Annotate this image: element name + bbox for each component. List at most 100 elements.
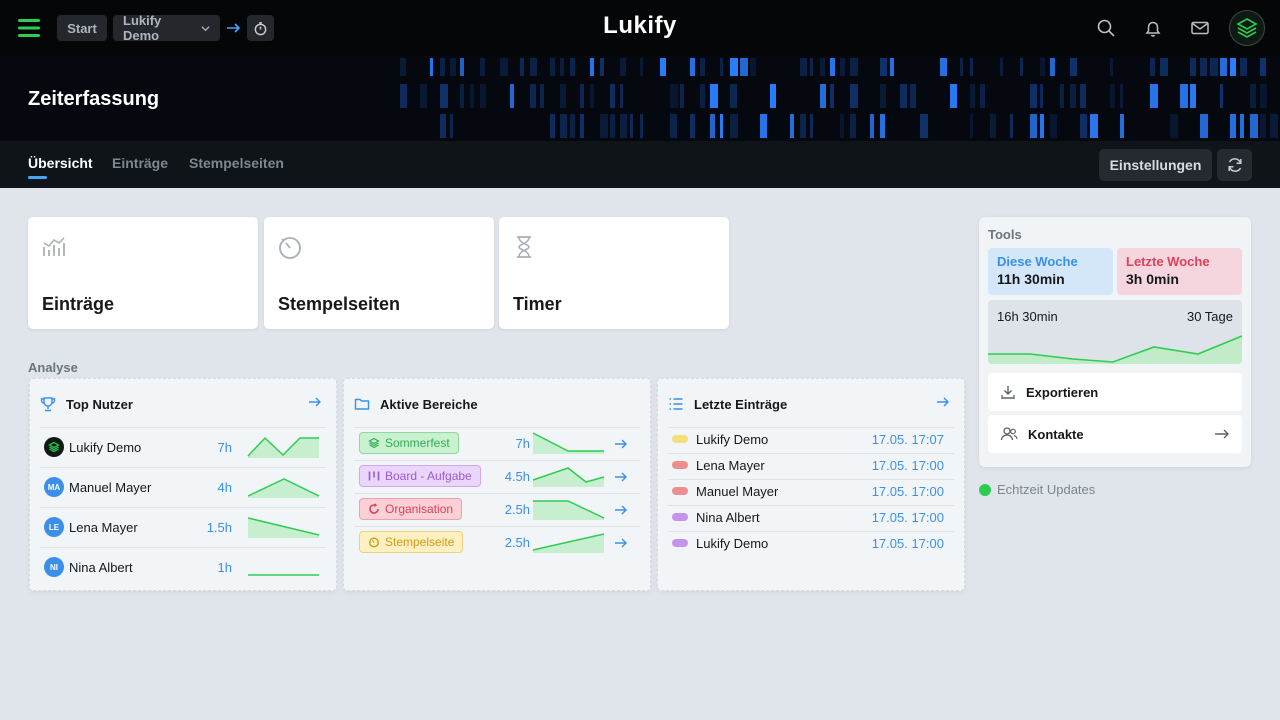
card-stamp-pages-label: Stempelseiten [278, 294, 401, 314]
page-header: Zeiterfassung [0, 56, 1280, 142]
stopwatch-icon [277, 234, 303, 260]
sparkline [532, 432, 604, 454]
area-tag[interactable]: Sommerfest [359, 432, 459, 454]
entry-row[interactable]: Nina Albert 17.05. 17:00 [668, 505, 954, 531]
arrow-right-icon[interactable] [936, 395, 950, 409]
card-timer-label: Timer [513, 294, 562, 314]
sparkline [247, 436, 319, 458]
entry-date: 17.05. 17:00 [871, 458, 944, 473]
user-row[interactable]: Lukify Demo 7h [40, 429, 326, 465]
entry-date: 17.05. 17:07 [871, 432, 944, 447]
sparkline [532, 533, 605, 553]
user-row[interactable]: NI Nina Albert 1h [40, 549, 326, 585]
avatar: LE [44, 517, 64, 537]
refresh-button[interactable] [1217, 149, 1252, 181]
layers-icon [368, 437, 380, 449]
entry-name: Lukify Demo [696, 432, 769, 447]
card-timer[interactable]: Timer [499, 217, 729, 329]
arrow-right-icon[interactable] [308, 395, 322, 409]
contacts-button[interactable]: Kontakte [988, 415, 1242, 453]
settings-button[interactable]: Einstellungen [1099, 149, 1212, 181]
entry-row[interactable]: Lukify Demo 17.05. 17:07 [668, 427, 954, 453]
area-label: Sommerfest [385, 436, 450, 450]
area-row[interactable]: Stempelseite 2.5h [354, 526, 640, 559]
area-hours: 2.5h [504, 535, 530, 550]
hero-pattern [400, 58, 1278, 138]
trophy-icon [40, 396, 56, 412]
workspace-label: Lukify Demo [123, 13, 162, 43]
entry-color-dot [672, 487, 688, 495]
arrow-right-icon [1214, 427, 1230, 441]
entry-date: 17.05. 17:00 [871, 510, 944, 525]
search-icon[interactable] [1094, 16, 1118, 40]
realtime-status: Echtzeit Updates [979, 482, 1095, 497]
tab-stamp-pages[interactable]: Stempelseiten [189, 155, 284, 171]
area-hours: 2.5h [504, 502, 530, 517]
user-row[interactable]: LE Lena Mayer 1.5h [40, 509, 326, 545]
entry-name: Lena Mayer [696, 458, 765, 473]
entry-color-dot [672, 539, 688, 547]
chart-icon [41, 234, 67, 260]
tab-entries[interactable]: Einträge [112, 155, 168, 171]
entry-color-dot [672, 513, 688, 521]
area-row[interactable]: Board - Aufgabe 4.5h [354, 460, 640, 493]
arrow-right-icon[interactable] [614, 503, 628, 517]
user-avatar[interactable] [1229, 10, 1265, 46]
area-tag[interactable]: Organisation [359, 498, 463, 520]
area-tag[interactable]: Board - Aufgabe [359, 465, 481, 487]
arrow-right-icon[interactable] [614, 437, 628, 451]
last-week-stat: Letzte Woche 3h 0min [1117, 248, 1242, 295]
card-entries[interactable]: Einträge [28, 217, 258, 329]
contacts-label: Kontakte [1028, 426, 1084, 442]
tab-bar: Übersicht Einträge Stempelseiten [0, 141, 1280, 188]
sparkline [248, 574, 319, 576]
arrow-right-icon [226, 20, 242, 36]
card-entries-label: Einträge [42, 294, 115, 314]
list-icon [668, 396, 684, 412]
panel-active-areas: Aktive Bereiche Sommerfest 7h Board - Au… [343, 378, 651, 591]
user-name: Manuel Mayer [69, 480, 152, 495]
workspace-selector[interactable]: Lukify Demo [113, 13, 220, 43]
tab-overview[interactable]: Übersicht [28, 155, 93, 171]
stopwatch-icon [368, 536, 380, 548]
area-row[interactable]: Sommerfest 7h [354, 427, 640, 460]
area-row[interactable]: Organisation 2.5h [354, 493, 640, 526]
sparkline [247, 517, 320, 538]
divider [40, 547, 326, 548]
entry-row[interactable]: Lena Mayer 17.05. 17:00 [668, 453, 954, 479]
sparkline [533, 500, 605, 520]
area-hours: 4.5h [504, 469, 530, 484]
entry-row[interactable]: Manuel Mayer 17.05. 17:00 [668, 479, 954, 505]
user-name: Lukify Demo [69, 440, 142, 455]
summary-days: 30 Tage [1186, 309, 1233, 324]
layers-icon [1235, 16, 1259, 40]
user-hours: 1h [217, 560, 232, 575]
user-name: Lena Mayer [69, 520, 138, 535]
area-label: Stempelseite [385, 535, 455, 549]
arrow-right-icon[interactable] [614, 536, 628, 550]
this-week-label: Diese Woche [997, 254, 1078, 269]
card-stamp-pages[interactable]: Stempelseiten [264, 217, 494, 329]
bell-icon[interactable] [1141, 16, 1165, 40]
mail-icon[interactable] [1188, 16, 1212, 40]
user-name: Nina Albert [69, 560, 133, 575]
entry-name: Manuel Mayer [696, 484, 779, 499]
status-dot [979, 483, 991, 496]
arrow-right-icon[interactable] [614, 470, 628, 484]
user-row[interactable]: MA Manuel Mayer 4h [40, 469, 326, 505]
users-icon [1000, 426, 1018, 442]
summary-sparkline [988, 335, 1242, 364]
area-tag[interactable]: Stempelseite [359, 531, 464, 553]
breadcrumb-start[interactable]: Start [57, 15, 107, 41]
chevron-down-icon [201, 24, 210, 33]
entry-row[interactable]: Lukify Demo 17.05. 17:00 [668, 531, 954, 557]
menu-icon[interactable] [18, 17, 40, 39]
divider [40, 467, 326, 468]
avatar: MA [44, 477, 64, 497]
summary-total: 16h 30min [997, 309, 1058, 324]
analysis-section-label: Analyse [28, 360, 78, 375]
timer-button[interactable] [247, 15, 274, 41]
export-button[interactable]: Exportieren [988, 373, 1242, 411]
user-hours: 4h [217, 480, 232, 495]
panel-last-entries: Letzte Einträge Lukify Demo 17.05. 17:07… [657, 378, 965, 591]
